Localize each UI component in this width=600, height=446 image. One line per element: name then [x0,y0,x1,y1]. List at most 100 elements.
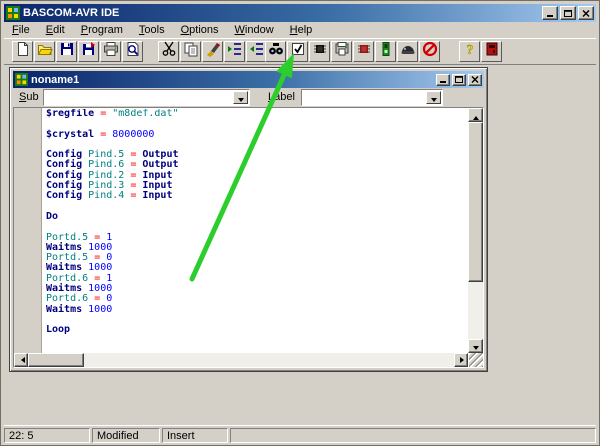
minimize-button[interactable] [542,6,558,20]
maximize-button[interactable] [560,6,576,20]
cursor-position: 22: 5 [4,428,90,443]
stop-icon [422,41,438,62]
scroll-down-button[interactable] [468,339,483,353]
find-icon [268,41,284,62]
menu-program[interactable]: Program [73,23,131,37]
cut-button[interactable] [158,41,179,62]
menu-help[interactable]: Help [282,23,321,37]
new-icon [15,41,31,62]
find-button[interactable] [265,41,286,62]
label-combo[interactable] [301,89,443,106]
save-all-icon [81,41,97,62]
code-line: $regfile = "m8def.dat" [46,109,467,119]
minimize-icon [546,10,554,17]
scroll-up-button[interactable] [468,108,483,122]
horizontal-scrollbar[interactable] [14,353,468,367]
menu-file[interactable]: File [4,23,38,37]
close-button[interactable] [578,6,594,20]
show-result-button[interactable] [331,41,352,62]
child-minimize-button[interactable] [436,74,450,86]
terminal-icon [400,41,416,62]
menu-window[interactable]: Window [227,23,282,37]
restore-icon [455,76,463,83]
terminal-button[interactable] [397,41,418,62]
save-button[interactable] [56,41,77,62]
help-button[interactable]: ? [459,41,480,62]
code-line: Do [46,212,467,222]
window-title: BASCOM-AVR IDE [23,7,542,19]
sub-combo[interactable] [43,89,250,106]
paste-icon [205,41,221,62]
minimize-icon [439,76,447,83]
copy-button[interactable] [180,41,201,62]
menu-bar: FileEditProgramToolsOptionsWindowHelp [4,23,596,37]
main-window: BASCOM-AVR IDE FileEditProgramToolsOptio… [0,0,600,446]
code-line: $crystal = 8000000 [46,130,467,140]
save-all-button[interactable] [78,41,99,62]
indent-icon [227,41,243,62]
document-icon [15,73,28,86]
open-icon [37,41,53,62]
code-editor[interactable]: $regfile = "m8def.dat" $crystal = 8000000… [13,107,484,368]
menu-tools[interactable]: Tools [131,23,173,37]
app-icon [6,6,20,20]
unindent-icon [249,41,265,62]
stop-button[interactable] [419,41,440,62]
code-line [46,202,467,212]
navigator-row: Sub Label [13,88,484,107]
program-chip-icon [378,41,394,62]
menu-options[interactable]: Options [173,23,227,37]
sub-combo-label: Sub [19,91,39,103]
code-text[interactable]: $regfile = "m8def.dat" $crystal = 8000000… [46,109,467,352]
child-restore-button[interactable] [452,74,466,86]
syntax-check-icon [290,41,306,62]
status-bar: 22: 5 Modified Insert [4,425,596,442]
indent-button[interactable] [224,41,245,62]
open-button[interactable] [34,41,55,62]
maximize-icon [564,10,572,17]
code-line: Config Pind.4 = Input [46,191,467,201]
chevron-down-icon[interactable] [426,91,441,104]
status-spacer [230,428,596,443]
help-icon: ? [462,41,478,62]
compile-button[interactable] [309,41,330,62]
print-preview-icon [125,41,141,62]
chevron-down-icon[interactable] [233,91,248,104]
print-button[interactable] [100,41,121,62]
show-result-icon [334,41,350,62]
insert-mode-indicator: Insert [162,428,228,443]
child-close-button[interactable] [468,74,482,86]
editor-window: noname1 Sub Label $regfile = "m8def.dat"… [9,67,488,372]
simulate-icon [356,41,372,62]
simulate-button[interactable] [353,41,374,62]
exit-button[interactable] [481,41,502,62]
resize-grip[interactable] [469,353,483,367]
modified-indicator: Modified [92,428,160,443]
close-icon [471,76,479,83]
scroll-left-button[interactable] [14,353,28,367]
print-preview-button[interactable] [122,41,143,62]
compile-icon [312,41,328,62]
save-icon [59,41,75,62]
title-bar[interactable]: BASCOM-AVR IDE [4,4,596,22]
cut-icon [161,41,177,62]
toolbar: ? [4,38,596,65]
vertical-scrollbar[interactable] [468,108,483,353]
copy-icon [183,41,199,62]
horizontal-scroll-thumb[interactable] [28,353,84,367]
svg-text:?: ? [466,43,473,57]
code-line [46,315,467,325]
vertical-scroll-thumb[interactable] [468,122,483,282]
paste-button[interactable] [202,41,223,62]
editor-window-title-bar[interactable]: noname1 [13,71,484,88]
syntax-check-button[interactable] [287,41,308,62]
code-line: Waitms 1000 [46,305,467,315]
menu-edit[interactable]: Edit [38,23,73,37]
unindent-button[interactable] [246,41,267,62]
program-chip-button[interactable] [375,41,396,62]
document-title: noname1 [31,74,436,86]
label-combo-label: Label [268,91,295,103]
close-icon [582,10,590,17]
new-button[interactable] [12,41,33,62]
scroll-right-button[interactable] [454,353,468,367]
